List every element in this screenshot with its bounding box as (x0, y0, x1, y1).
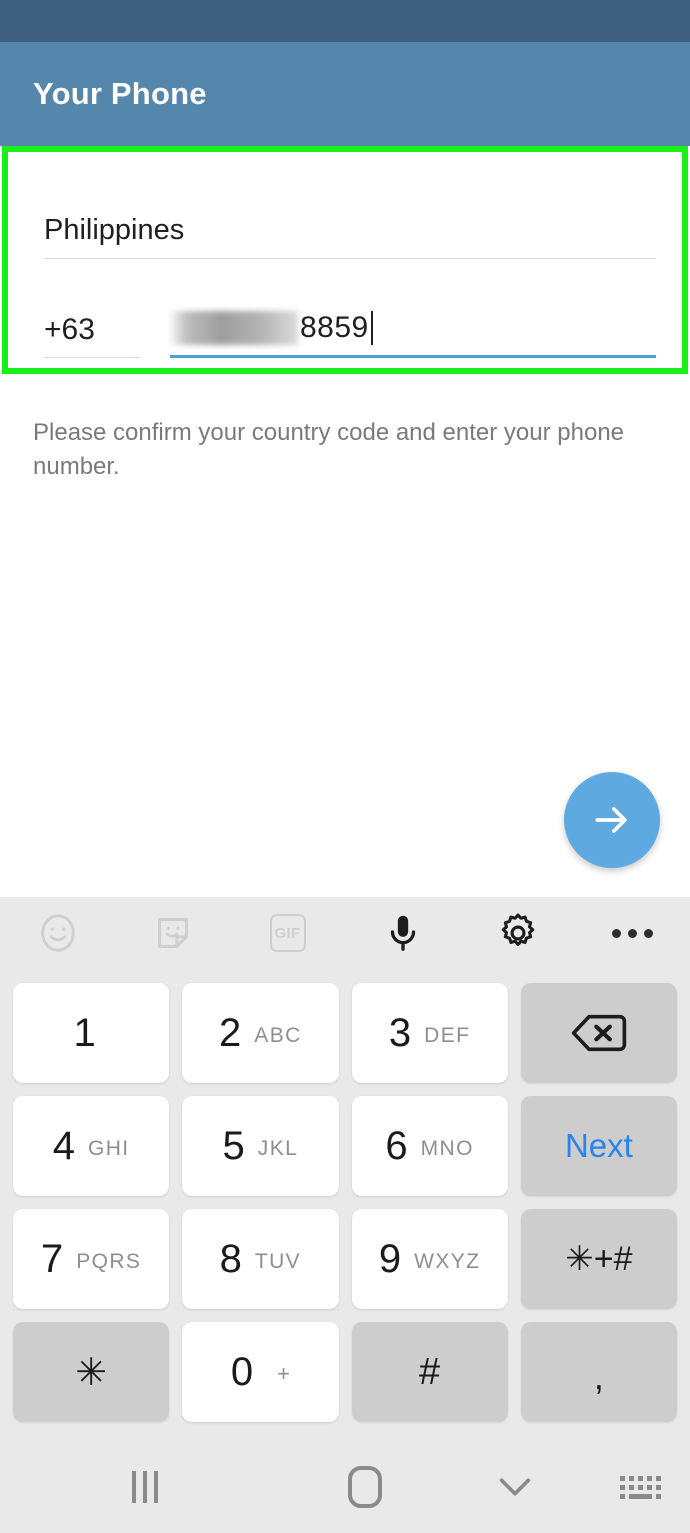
phone-screen: Your Phone Philippines +63 8859 Please c… (0, 0, 690, 1533)
highlight-annotation-box: Philippines +63 8859 (2, 146, 688, 374)
key-8-label: 8 (219, 1236, 242, 1281)
gif-button[interactable]: GIF (230, 897, 345, 969)
keyboard-settings-button[interactable] (460, 897, 575, 969)
key-2-label: 2 (219, 1010, 242, 1055)
key-3[interactable]: 3 DEF (351, 983, 508, 1083)
system-nav-bar (0, 1441, 690, 1533)
gif-icon: GIF (269, 914, 306, 952)
key-next-label: Next (564, 1127, 633, 1164)
country-code-underline (44, 357, 140, 358)
key-symbols-label: ✳+# (565, 1240, 633, 1278)
key-4[interactable]: 4 GHI (13, 1096, 170, 1196)
key-star-label: ✳ (75, 1351, 108, 1394)
phone-number-field[interactable]: 8859 (170, 307, 656, 358)
key-5-letters: JKL (257, 1137, 299, 1160)
key-2-letters: ABC (254, 1024, 302, 1047)
microphone-icon (390, 915, 415, 951)
page-title: Your Phone (33, 76, 207, 111)
key-1-label: 1 (73, 1010, 96, 1055)
key-hash-label: # (419, 1350, 441, 1393)
key-9-label: 9 (378, 1236, 402, 1281)
key-6-label: 6 (385, 1123, 408, 1168)
next-fab[interactable] (564, 772, 660, 868)
text-caret (370, 311, 373, 345)
key-symbols[interactable]: ✳+# (520, 1209, 677, 1309)
nav-recents-button[interactable] (0, 1441, 290, 1533)
redacted-digits-blur (170, 311, 298, 345)
sticker-button[interactable] (115, 897, 230, 969)
key-0-label: 0 (230, 1349, 254, 1394)
home-icon (348, 1466, 382, 1508)
key-1[interactable]: 1 (13, 983, 170, 1083)
phone-number-visible-digits: 8859 (300, 311, 369, 344)
arrow-right-icon (595, 807, 627, 833)
keypad-row: 7 PQRS 8 TUV 9 WXYZ ✳+# (13, 1209, 677, 1309)
key-5[interactable]: 5 JKL (182, 1096, 339, 1196)
nav-hide-keyboard-button[interactable] (440, 1441, 590, 1533)
status-bar (0, 0, 690, 42)
nav-home-button[interactable] (290, 1441, 440, 1533)
country-code-input[interactable]: +63 (44, 309, 148, 357)
recents-icon (132, 1471, 158, 1503)
key-6-letters: MNO (420, 1137, 474, 1160)
backspace-icon (571, 1014, 627, 1052)
phone-number-input[interactable]: 8859 (170, 307, 656, 355)
more-options-button[interactable] (575, 897, 690, 969)
sticker-icon (157, 918, 188, 948)
key-comma-label: , (593, 1355, 604, 1397)
key-5-label: 5 (222, 1123, 245, 1168)
keypad-row: ✳ 0 + # , (13, 1322, 677, 1422)
keyboard-toolbar: GIF (0, 897, 690, 969)
key-9[interactable]: 9 WXYZ (351, 1209, 508, 1309)
keypad-row: 1 2 ABC 3 DEF (13, 983, 677, 1083)
key-star[interactable]: ✳ (13, 1322, 170, 1422)
emoji-button[interactable] (0, 897, 115, 969)
key-4-letters: GHI (87, 1137, 130, 1160)
key-8-letters: TUV (254, 1250, 302, 1273)
keypad-row: 4 GHI 5 JKL 6 MNO Next (13, 1096, 677, 1196)
key-next[interactable]: Next (520, 1096, 677, 1196)
key-4-label: 4 (52, 1123, 75, 1168)
phone-row: +63 8859 (44, 307, 656, 358)
key-hash[interactable]: # (351, 1322, 508, 1422)
key-7-letters: PQRS (76, 1250, 142, 1273)
key-3-letters: DEF (424, 1024, 471, 1047)
voice-input-button[interactable] (345, 897, 460, 969)
gear-icon (501, 913, 534, 947)
helper-text: Please confirm your country code and ent… (33, 419, 625, 480)
country-input[interactable]: Philippines (44, 210, 656, 258)
nav-keyboard-switch-button[interactable] (590, 1441, 690, 1533)
key-0-plus: + (277, 1361, 290, 1386)
keyboard-switch-icon (619, 1475, 661, 1499)
key-6[interactable]: 6 MNO (351, 1096, 508, 1196)
key-8[interactable]: 8 TUV (182, 1209, 339, 1309)
phone-number-underline (170, 355, 656, 358)
key-7[interactable]: 7 PQRS (13, 1209, 170, 1309)
keypad: 1 2 ABC 3 DEF 4 GHI 5 JKL 6 MNO Next 7 P… (0, 969, 690, 1422)
key-7-label: 7 (40, 1236, 64, 1281)
keyboard: GIF 1 2 ABC 3 DEF 4 GHI 5 JKL 6 MNO Next… (0, 897, 690, 1533)
country-underline (44, 258, 656, 259)
country-field[interactable]: Philippines (44, 210, 656, 259)
key-backspace[interactable] (520, 983, 677, 1083)
key-3-label: 3 (388, 1010, 412, 1055)
key-0[interactable]: 0 + (182, 1322, 339, 1422)
key-2[interactable]: 2 ABC (182, 983, 339, 1083)
app-bar: Your Phone (0, 42, 690, 146)
key-comma[interactable]: , (520, 1322, 677, 1422)
country-code-field[interactable]: +63 (44, 309, 148, 358)
more-options-icon (612, 928, 653, 938)
emoji-icon (40, 914, 75, 952)
chevron-down-icon (499, 1478, 531, 1496)
key-9-letters: WXYZ (414, 1250, 481, 1273)
